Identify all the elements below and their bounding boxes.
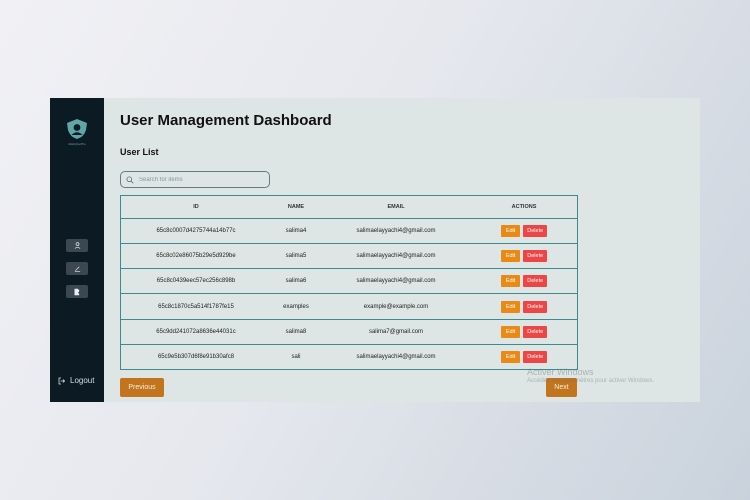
activation-watermark-title: Activer Windows [527,367,594,377]
column-header-name: NAME [271,195,321,219]
users-nav-button[interactable] [66,239,88,252]
cell-email: example@example.com [321,293,471,320]
users-table: ID NAME EMAIL ACTIONS 65c8c0007d4275744a… [120,195,578,371]
delete-button[interactable]: Delete [523,350,548,363]
edit-button[interactable]: Edit [500,300,521,313]
search-input[interactable] [139,176,259,183]
table-row: 65c9e5b307d6f8e91b30afc8 sali salimaelay… [120,343,578,371]
previous-page-button[interactable]: Previous [120,378,164,397]
logout-label: Logout [70,376,95,385]
cell-email: salimaelayyachi4@gmail.com [321,268,471,295]
shield-logo-icon [67,119,87,139]
activation-watermark-text: Accédez aux paramètres pour activer Wind… [527,378,655,384]
add-nav-button[interactable] [66,285,88,298]
cell-id: 65c8c1870c5a514f1787fe15 [120,293,271,320]
cell-id: 65c9e5b307d6f8e91b30afc8 [120,343,271,371]
cell-actions: Edit Delete [471,343,578,371]
edit-button[interactable]: Edit [500,250,521,263]
cell-actions: Edit Delete [471,217,578,245]
brand-name: Ai&CyberPro [68,142,86,146]
cell-actions: Edit Delete [471,318,578,345]
edit-button[interactable]: Edit [500,275,521,288]
cell-email: salimaelayyachi4@gmail.com [321,217,471,245]
page-title: User Management Dashboard [120,112,332,129]
table-row: 65c9dd241072a8636e44031c salima8 salima7… [120,318,578,345]
cell-id: 65c8c02e86075b29e5d929be [120,243,271,270]
edit-button[interactable]: Edit [500,325,521,338]
pencil-icon [74,266,80,272]
edit-nav-button[interactable] [66,262,88,275]
edit-button[interactable]: Edit [500,350,521,363]
sidebar: Ai&CyberPro Logout [50,98,104,402]
table-row: 65c8c02e86075b29e5d929be salima5 salimae… [120,243,578,270]
cell-name: salima4 [271,217,321,245]
logout-icon [58,377,65,384]
app-window: Ai&CyberPro Logout User Management Dashb… [50,98,700,402]
add-file-icon [74,288,81,295]
delete-button[interactable]: Delete [523,225,548,238]
search-icon [126,175,134,184]
cell-id: 65c8c0007d4275744a14b77c [120,217,271,245]
column-header-id: ID [120,195,271,219]
table-row: 65c8c1870c5a514f1787fe15 examples exampl… [120,293,578,320]
cell-id: 65c9dd241072a8636e44031c [120,318,271,345]
column-header-email: EMAIL [321,195,471,219]
cell-actions: Edit Delete [471,243,578,270]
table-header-row: ID NAME EMAIL ACTIONS [120,195,578,219]
logout-button[interactable]: Logout [58,376,94,385]
table-row: 65c8c0007d4275744a14b77c salima4 salimae… [120,217,578,245]
edit-button[interactable]: Edit [500,225,521,238]
cell-name: salima8 [271,318,321,345]
section-title: User List [120,147,159,157]
search-box [120,171,270,188]
delete-button[interactable]: Delete [523,300,548,313]
cell-email: salimaelayyachi4@gmail.com [321,343,471,371]
delete-button[interactable]: Delete [523,250,548,263]
column-header-actions: ACTIONS [471,195,578,219]
table-row: 65c8c0439eec57ec256c898b salima6 salimae… [120,268,578,295]
cell-name: salima6 [271,268,321,295]
cell-name: sali [271,343,321,371]
cell-id: 65c8c0439eec57ec256c898b [120,268,271,295]
main-content: User Management Dashboard User List ID N… [104,98,700,402]
user-icon [74,242,80,249]
cell-name: examples [271,293,321,320]
cell-actions: Edit Delete [471,268,578,295]
cell-name: salima5 [271,243,321,270]
delete-button[interactable]: Delete [523,275,548,288]
delete-button[interactable]: Delete [523,325,548,338]
cell-email: salimaelayyachi4@gmail.com [321,243,471,270]
cell-actions: Edit Delete [471,293,578,320]
cell-email: salima7@gmail.com [321,318,471,345]
